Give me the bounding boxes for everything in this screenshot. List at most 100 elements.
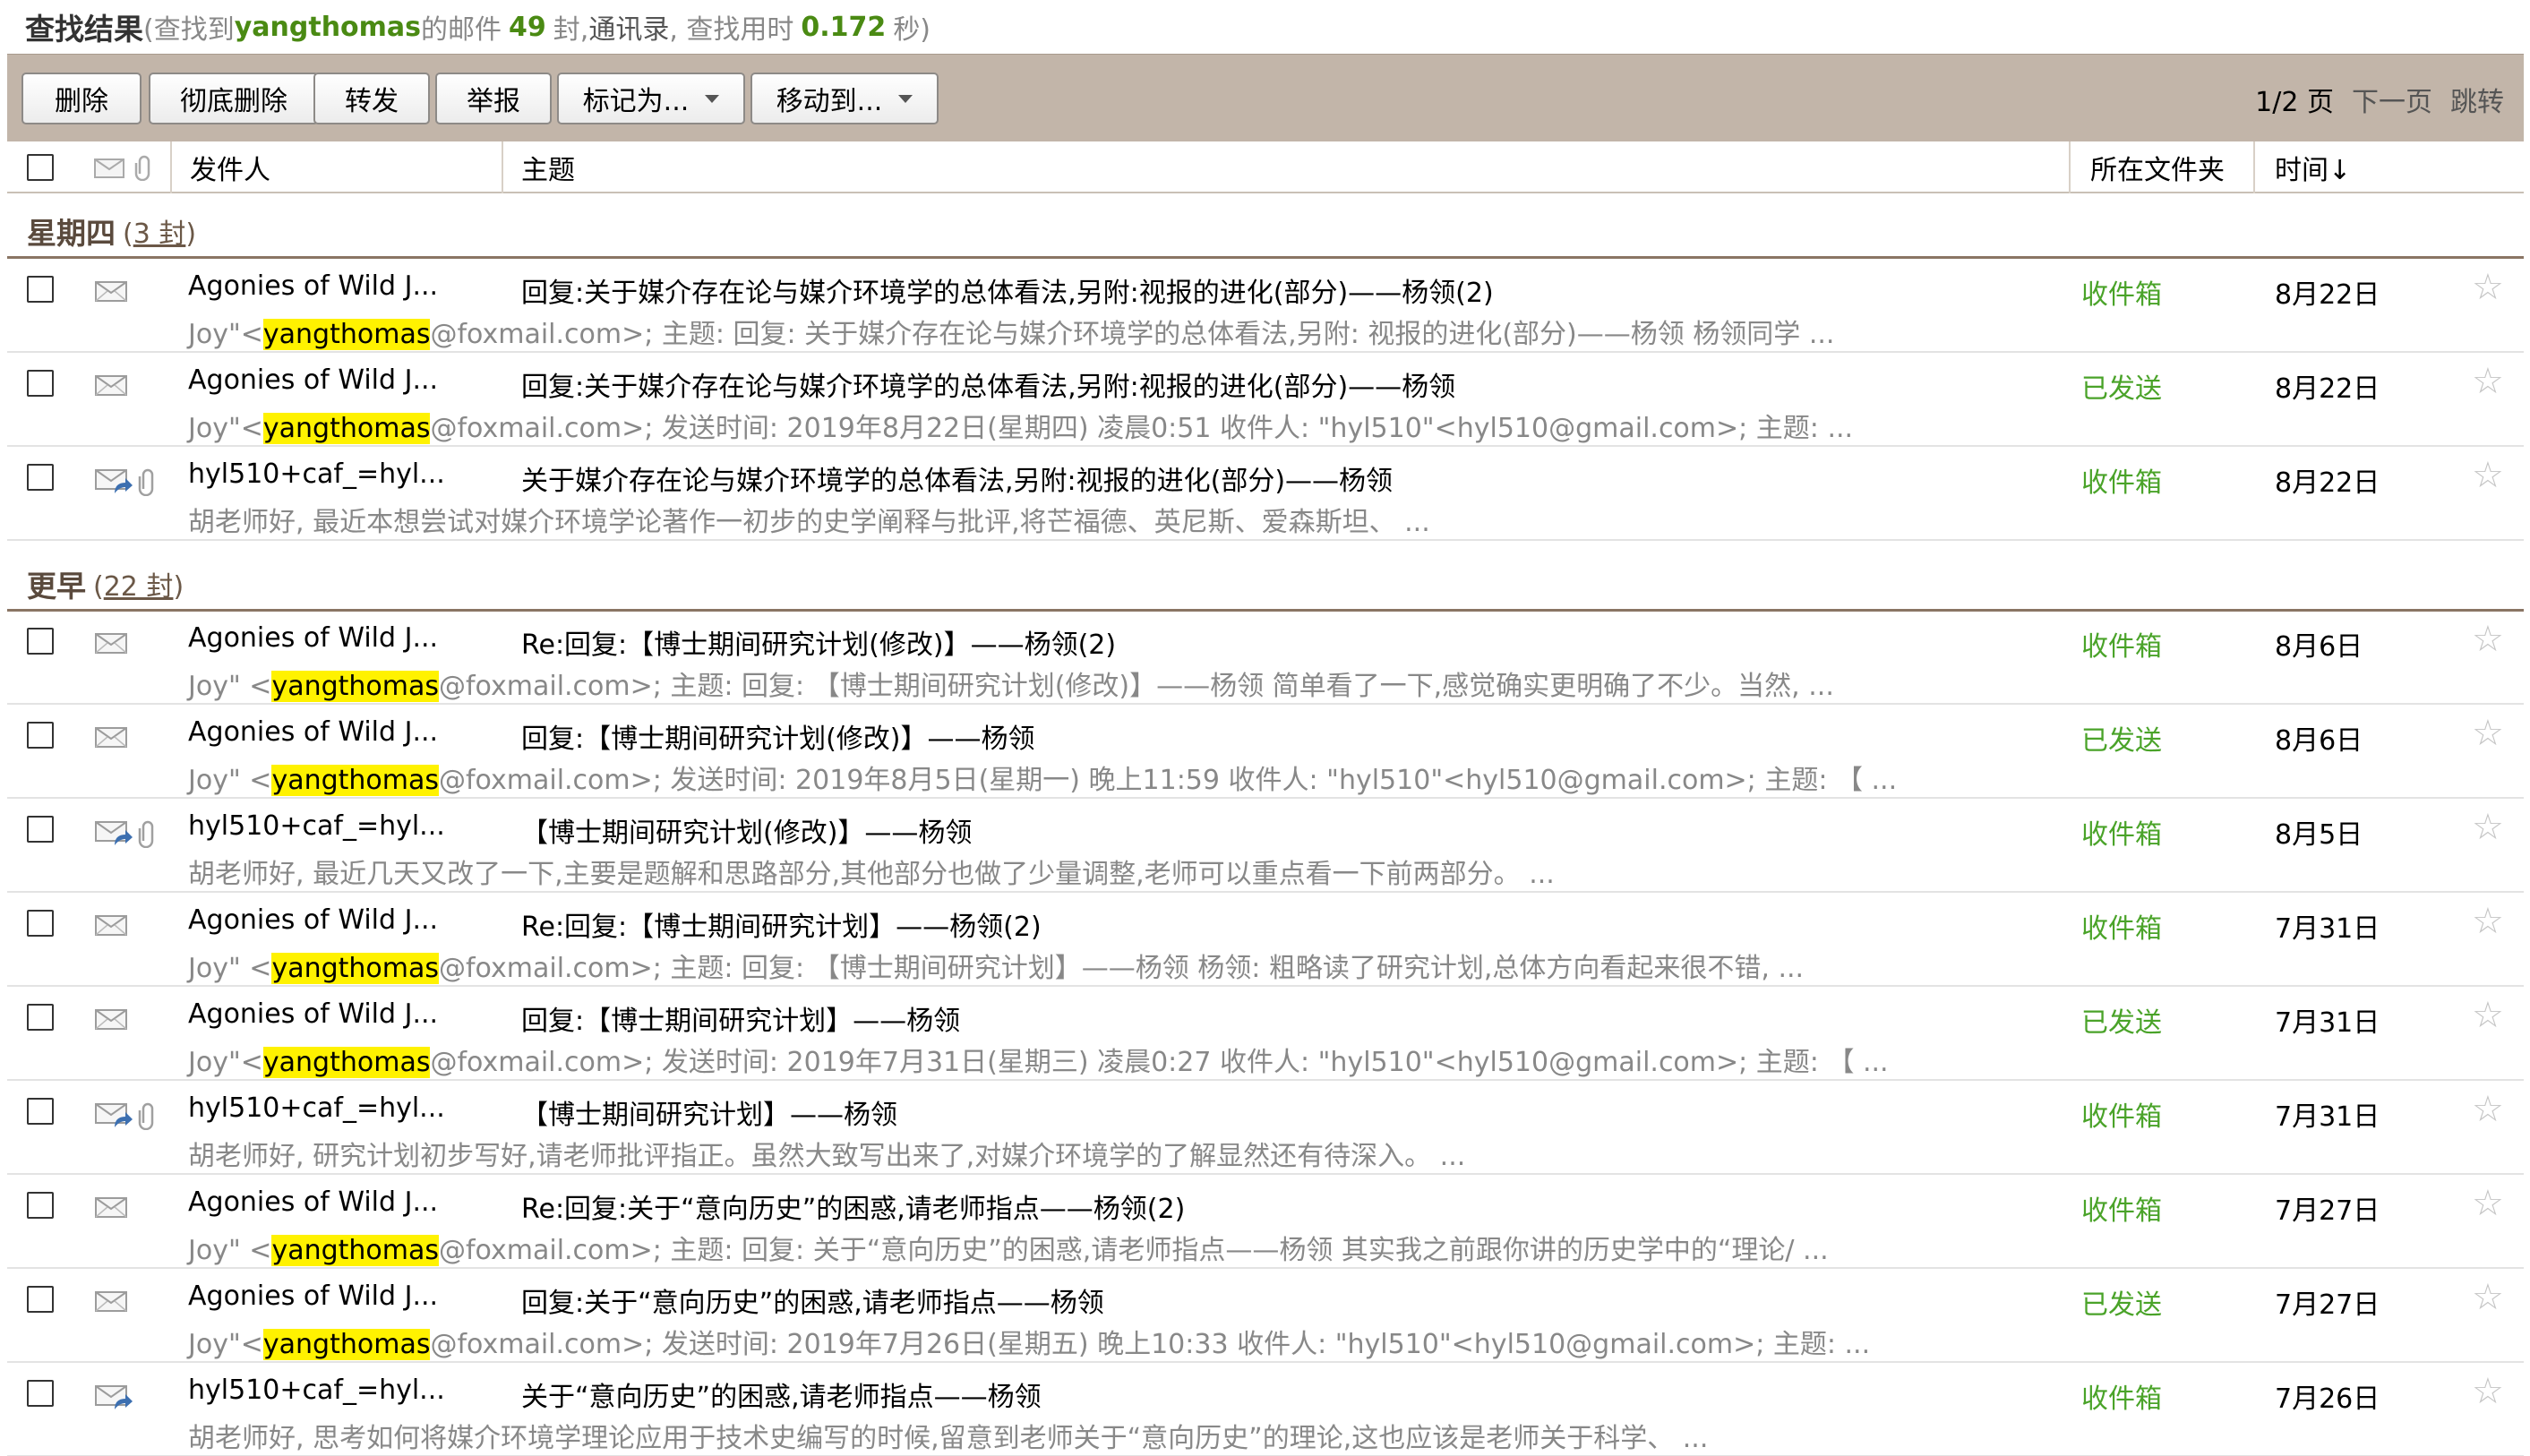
digest: Joy"<yangthomas@foxmail.com>; 发送时间: 2019… — [188, 1047, 1889, 1078]
row-checkbox[interactable] — [27, 1286, 54, 1313]
envelope-icon — [93, 1006, 165, 1036]
subject[interactable]: 回复:【博士期间研究计划】——杨领 — [521, 998, 960, 1038]
subject[interactable]: 【博士期间研究计划(修改)】——杨领 — [521, 810, 972, 850]
subject[interactable]: Re:回复:【博士期间研究计划】——杨领(2) — [521, 904, 1042, 944]
next-page-link[interactable]: 下一页 — [2352, 80, 2432, 119]
row-checkbox[interactable] — [27, 1004, 54, 1031]
result-prefix: (查找到 — [143, 14, 235, 46]
star-icon[interactable]: ☆ — [2472, 267, 2504, 308]
star-icon[interactable]: ☆ — [2472, 807, 2504, 848]
mail-row[interactable]: Agonies of Wild J... 回复:关于媒介存在论与媒介环境学的总体看… — [7, 354, 2524, 447]
chevron-down-icon — [898, 94, 913, 103]
subject[interactable]: Re:回复:【博士期间研究计划(修改)】——杨领(2) — [521, 622, 1116, 662]
jump-page-link[interactable]: 跳转 — [2450, 80, 2504, 119]
subject[interactable]: 关于媒介存在论与媒介环境学的总体看法,另附:视报的进化(部分)——杨领 — [521, 458, 1393, 498]
subject[interactable]: 回复:【博士期间研究计划(修改)】——杨领 — [521, 716, 1035, 756]
row-checkbox[interactable] — [27, 816, 54, 843]
keyword-highlight: yangthomas — [271, 953, 439, 984]
folder-label[interactable]: 已发送 — [2081, 1000, 2162, 1040]
mail-row[interactable]: Agonies of Wild J... Re:回复:关于“意向历史”的困惑,请老… — [7, 1176, 2524, 1269]
sender: Agonies of Wild J... — [188, 1280, 439, 1312]
mail-row[interactable]: Agonies of Wild J... 回复:【博士期间研究计划】——杨领 Joy… — [7, 988, 2524, 1081]
row-checkbox[interactable] — [27, 1098, 54, 1125]
sender-column-header[interactable]: 发件人 — [170, 141, 502, 193]
replied-attachment-icon — [93, 818, 165, 849]
subject[interactable]: 关于“意向历史”的困惑,请老师指点——杨领 — [521, 1375, 1042, 1414]
mail-row[interactable]: hyl510+caf_=hyl... 关于“意向历史”的困惑,请老师指点——杨领胡… — [7, 1364, 2524, 1456]
star-icon[interactable]: ☆ — [2472, 1371, 2504, 1412]
mail-date: 8月5日 — [2275, 819, 2363, 851]
row-checkbox[interactable] — [27, 1192, 54, 1219]
mail-date: 7月26日 — [2275, 1383, 2380, 1415]
folder-label[interactable]: 收件箱 — [2081, 1376, 2162, 1416]
star-icon[interactable]: ☆ — [2472, 901, 2504, 942]
folder-column-header[interactable]: 所在文件夹 — [2069, 141, 2253, 193]
mail-row[interactable]: hyl510+caf_=hyl... 关于媒介存在论与媒介环境学的总体看法,另附:… — [7, 448, 2524, 541]
row-checkbox[interactable] — [27, 370, 54, 397]
folder-label[interactable]: 收件箱 — [2081, 272, 2162, 312]
keyword-highlight: yangthomas — [262, 1047, 431, 1078]
star-icon[interactable]: ☆ — [2472, 361, 2504, 402]
subject[interactable]: 回复:关于“意向历史”的困惑,请老师指点——杨领 — [521, 1280, 1104, 1320]
group-count[interactable]: (3 封) — [123, 211, 196, 251]
folder-label[interactable]: 收件箱 — [2081, 460, 2162, 500]
mail-row[interactable]: Agonies of Wild J... 回复:关于“意向历史”的困惑,请老师指点… — [7, 1270, 2524, 1363]
mail-date: 8月22日 — [2275, 373, 2380, 405]
mail-row[interactable]: Agonies of Wild J... 回复:关于媒介存在论与媒介环境学的总体看… — [7, 260, 2524, 353]
mail-date: 7月31日 — [2275, 913, 2380, 945]
folder-label[interactable]: 收件箱 — [2081, 812, 2162, 852]
star-icon[interactable]: ☆ — [2472, 455, 2504, 496]
star-icon[interactable]: ☆ — [2472, 1277, 2504, 1318]
search-result-title: 查找结果 (查找到 yangthomas 的邮件 49 封, 通讯录 , 查找用… — [25, 5, 931, 48]
mail-row[interactable]: hyl510+caf_=hyl... 【博士期间研究计划】——杨领 胡老师好, 研究… — [7, 1082, 2524, 1175]
row-checkbox[interactable] — [27, 276, 54, 303]
group-divider — [7, 256, 2524, 259]
folder-label[interactable]: 收件箱 — [2081, 624, 2162, 664]
contacts-link[interactable]: 通讯录 — [588, 7, 669, 47]
subject[interactable]: 回复:关于媒介存在论与媒介环境学的总体看法,另附:视报的进化(部分)——杨领 — [521, 364, 1455, 404]
group-count[interactable]: (22 封) — [93, 564, 184, 604]
star-icon[interactable]: ☆ — [2472, 713, 2504, 754]
mail-date: 7月31日 — [2275, 1007, 2380, 1039]
delete-permanently-button[interactable]: 彻底删除 — [149, 73, 319, 124]
subject[interactable]: Re:回复:关于“意向历史”的困惑,请老师指点——杨领(2) — [521, 1186, 1185, 1226]
star-icon[interactable]: ☆ — [2472, 1183, 2504, 1224]
envelope-icon — [93, 278, 165, 308]
time-column-header[interactable]: 时间↓ — [2253, 141, 2468, 193]
star-icon[interactable]: ☆ — [2472, 995, 2504, 1036]
row-checkbox[interactable] — [27, 464, 54, 491]
subject-column-header[interactable]: 主题 — [502, 141, 2069, 193]
sender: hyl510+caf_=hyl... — [188, 810, 445, 842]
sender: Agonies of Wild J... — [188, 904, 439, 936]
mail-date: 8月6日 — [2275, 631, 2363, 663]
sender: Agonies of Wild J... — [188, 998, 439, 1030]
digest: Joy"<yangthomas@foxmail.com>; 发送时间: 2019… — [188, 1329, 1871, 1360]
folder-label[interactable]: 收件箱 — [2081, 1094, 2162, 1134]
folder-label[interactable]: 已发送 — [2081, 366, 2162, 406]
row-checkbox[interactable] — [27, 910, 54, 937]
move-to-dropdown[interactable]: 移动到... — [750, 73, 939, 124]
digest: Joy" <yangthomas@foxmail.com>; 主题: 回复: 【… — [188, 953, 1805, 984]
row-checkbox[interactable] — [27, 1380, 54, 1407]
select-all-checkbox[interactable] — [27, 154, 54, 181]
folder-label[interactable]: 收件箱 — [2081, 906, 2162, 946]
folder-label[interactable]: 已发送 — [2081, 718, 2162, 758]
keyword-highlight: yangthomas — [262, 1329, 431, 1360]
result-middle: 的邮件 — [421, 14, 502, 46]
row-checkbox[interactable] — [27, 722, 54, 749]
mail-row[interactable]: Agonies of Wild J... 回复:【博士期间研究计划(修改)】——杨… — [7, 706, 2524, 799]
mail-row[interactable]: Agonies of Wild J... Re:回复:【博士期间研究计划】——杨领… — [7, 894, 2524, 987]
forward-button[interactable]: 转发 — [313, 73, 430, 124]
row-checkbox[interactable] — [27, 628, 54, 655]
delete-button[interactable]: 删除 — [21, 73, 142, 124]
mail-row[interactable]: Agonies of Wild J... Re:回复:【博士期间研究计划(修改)】… — [7, 612, 2524, 705]
mail-row[interactable]: hyl510+caf_=hyl... 【博士期间研究计划(修改)】——杨领 胡老师好… — [7, 800, 2524, 893]
folder-label[interactable]: 已发送 — [2081, 1282, 2162, 1322]
subject[interactable]: 回复:关于媒介存在论与媒介环境学的总体看法,另附:视报的进化(部分)——杨领(2… — [521, 270, 1494, 310]
star-icon[interactable]: ☆ — [2472, 1089, 2504, 1130]
folder-label[interactable]: 收件箱 — [2081, 1188, 2162, 1228]
subject[interactable]: 【博士期间研究计划】——杨领 — [521, 1092, 897, 1132]
report-button[interactable]: 举报 — [435, 73, 552, 124]
star-icon[interactable]: ☆ — [2472, 619, 2504, 660]
mark-as-dropdown[interactable]: 标记为... — [557, 73, 745, 124]
